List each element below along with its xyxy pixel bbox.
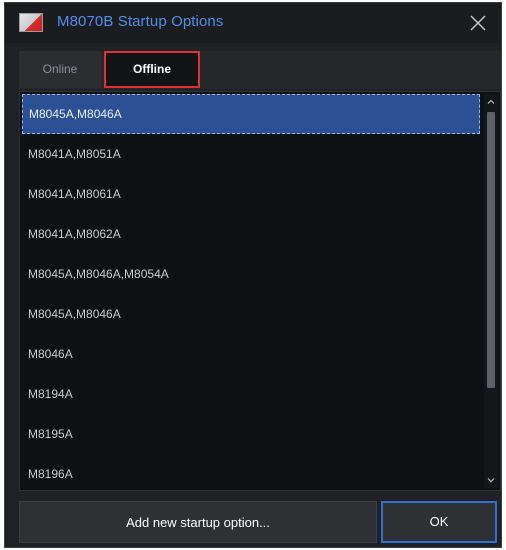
list-item[interactable]: M8041A,M8061A bbox=[22, 174, 480, 214]
title-bar: M8070B Startup Options bbox=[5, 3, 501, 43]
chevron-down-icon bbox=[487, 478, 495, 483]
list-item[interactable]: M8041A,M8062A bbox=[22, 214, 480, 254]
tab-online[interactable]: Online bbox=[19, 51, 101, 88]
list-item[interactable]: M8046A bbox=[22, 334, 480, 374]
add-startup-option-button[interactable]: Add new startup option... bbox=[19, 501, 377, 543]
startup-options-dialog: M8070B Startup Options Online Offline M8… bbox=[4, 2, 502, 548]
scroll-down-button[interactable] bbox=[484, 472, 498, 488]
close-icon bbox=[470, 15, 486, 31]
scrollbar-thumb[interactable] bbox=[487, 112, 495, 388]
list-item[interactable]: M8045A,M8046A bbox=[22, 294, 480, 334]
chevron-up-icon bbox=[487, 99, 495, 104]
list-item[interactable]: M8194A bbox=[22, 374, 480, 414]
list-item[interactable]: M8195A bbox=[22, 414, 480, 454]
tab-bar: Online Offline bbox=[19, 51, 501, 89]
window-title: M8070B Startup Options bbox=[57, 13, 224, 30]
tab-offline[interactable]: Offline bbox=[104, 51, 200, 88]
list-item[interactable]: M8196A bbox=[22, 454, 480, 490]
list-item[interactable]: M8041A,M8051A bbox=[22, 134, 480, 174]
startup-options-list[interactable]: M8045A,M8046A M8041A,M8051A M8041A,M8061… bbox=[19, 91, 501, 491]
ok-button[interactable]: OK bbox=[381, 501, 497, 543]
list-item[interactable]: M8045A,M8046A bbox=[22, 94, 480, 134]
app-flag-icon bbox=[19, 13, 43, 32]
close-button[interactable] bbox=[465, 10, 491, 36]
vertical-scrollbar[interactable] bbox=[484, 94, 498, 488]
list-item[interactable]: M8045A,M8046A,M8054A bbox=[22, 254, 480, 294]
scroll-up-button[interactable] bbox=[484, 94, 498, 110]
